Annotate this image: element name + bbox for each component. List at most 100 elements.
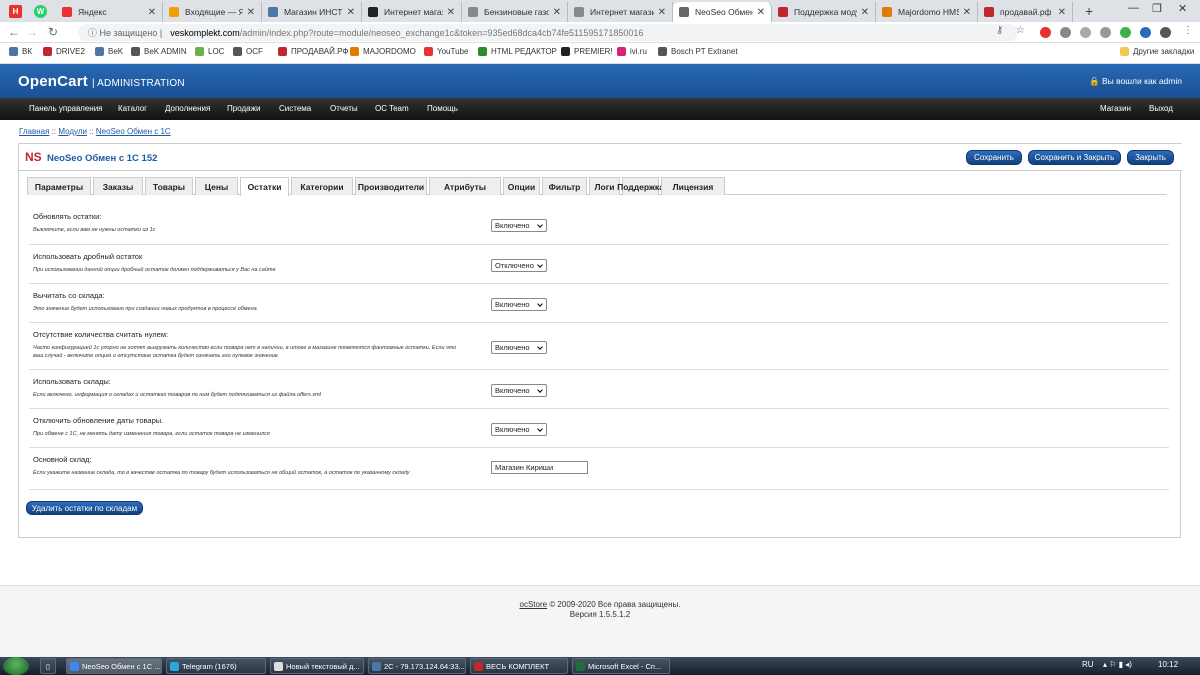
show-desktop-icon[interactable]: ▯ <box>40 658 56 674</box>
menu-item[interactable]: OC Team <box>375 104 409 113</box>
bookmark-item[interactable]: MAJORDOMO <box>350 47 416 56</box>
url-field[interactable]: ⓘ Не защищено | veskomplekt.com/admin/in… <box>78 24 1018 41</box>
close-tab-icon[interactable]: ✕ <box>447 7 455 18</box>
menu-item[interactable]: Система <box>279 104 311 113</box>
other-bookmarks[interactable]: Другие закладки <box>1120 47 1194 56</box>
main-warehouse-input[interactable]: Магазин Кириши <box>491 461 588 474</box>
bookmark-item[interactable]: PREMIER! <box>561 47 613 56</box>
menu-logout[interactable]: Выход <box>1149 104 1173 113</box>
browser-tab[interactable]: Яндекс ✕ <box>56 2 163 22</box>
bookmark-item[interactable]: YouTube <box>424 47 468 56</box>
bookmark-item[interactable]: DRIVE2 <box>43 47 85 56</box>
extension-icon[interactable] <box>1140 27 1151 38</box>
settings-tab[interactable]: Логи <box>589 177 620 195</box>
setting-select[interactable]: Включено <box>491 423 547 436</box>
close-window-icon[interactable]: ✕ <box>1178 2 1187 15</box>
save-button[interactable]: Сохранить <box>966 150 1022 165</box>
pinned-tab-h[interactable]: H <box>9 5 22 18</box>
menu-item[interactable]: Дополнения <box>165 104 210 113</box>
close-tab-icon[interactable]: ✕ <box>148 7 156 18</box>
new-tab-button[interactable]: + <box>1085 3 1093 19</box>
menu-item[interactable]: Помощь <box>427 104 458 113</box>
settings-tab[interactable]: Опции <box>503 177 540 195</box>
taskbar-item[interactable]: 2C - 79.173.124.64:33... <box>368 658 466 674</box>
setting-select[interactable]: Включено <box>491 298 547 311</box>
puzzle-icon[interactable] <box>1160 27 1171 38</box>
extension-icon[interactable] <box>1100 27 1111 38</box>
reload-icon[interactable]: ↻ <box>48 25 58 39</box>
clock[interactable]: 10:12 <box>1158 660 1178 669</box>
close-tab-icon[interactable]: ✕ <box>963 7 971 18</box>
menu-item[interactable]: Каталог <box>118 104 147 113</box>
save-close-button[interactable]: Сохранить и Закрыть <box>1028 150 1121 165</box>
menu-dots-icon[interactable]: ⋮ <box>1183 25 1193 36</box>
bookmark-item[interactable]: BeK ADMIN <box>131 47 187 56</box>
maximize-icon[interactable]: ❐ <box>1152 2 1162 15</box>
settings-tab[interactable]: Остатки <box>240 177 289 196</box>
settings-tab[interactable]: Заказы <box>93 177 143 195</box>
browser-tab[interactable]: Интернет магазин ✕ <box>362 2 462 22</box>
menu-store[interactable]: Магазин <box>1100 104 1131 113</box>
browser-tab[interactable]: NeoSeo Обмен с 1С ✕ <box>673 2 772 22</box>
browser-tab[interactable]: продавай.рф ✕ <box>978 2 1073 22</box>
settings-tab[interactable]: Производители <box>355 177 427 195</box>
taskbar-item[interactable]: ВЕСЬ КОМПЛЕКТ <box>470 658 568 674</box>
setting-select[interactable]: Включено <box>491 384 547 397</box>
taskbar-item[interactable]: NeoSeo Обмен с 1С ... <box>66 658 162 674</box>
ocstore-link[interactable]: ocStore <box>520 600 548 609</box>
bookmark-item[interactable]: ivi.ru <box>617 47 647 56</box>
menu-item[interactable]: Продажи <box>227 104 260 113</box>
bookmark-item[interactable]: OCF <box>233 47 263 56</box>
bookmark-item[interactable]: ВК <box>9 47 32 56</box>
extension-icon[interactable] <box>1080 27 1091 38</box>
key-icon[interactable]: ⚷ <box>996 25 1003 36</box>
close-button[interactable]: Закрыть <box>1127 150 1174 165</box>
settings-tab[interactable]: Лицензия <box>661 177 725 195</box>
close-tab-icon[interactable]: ✕ <box>247 7 255 18</box>
browser-tab[interactable]: Интернет магазин ✕ <box>568 2 673 22</box>
bookmark-item[interactable]: Bosch PT Extranet <box>658 47 738 56</box>
settings-tab[interactable]: Поддержка <box>617 177 664 195</box>
taskbar-item[interactable]: Microsoft Excel - Сп... <box>572 658 670 674</box>
star-icon[interactable]: ☆ <box>1016 25 1025 36</box>
browser-tab[interactable]: Поддержка моду ✕ <box>772 2 876 22</box>
minimize-icon[interactable]: — <box>1128 2 1139 14</box>
close-tab-icon[interactable]: ✕ <box>658 7 666 18</box>
settings-tab[interactable]: Параметры <box>27 177 91 195</box>
breadcrumb-home[interactable]: Главная <box>19 127 49 136</box>
bookmark-item[interactable]: BeK <box>95 47 123 56</box>
back-icon[interactable]: ← <box>8 25 20 39</box>
language-indicator[interactable]: RU <box>1082 660 1094 669</box>
browser-tab[interactable]: Магазин ИНСТРУМ ✕ <box>262 2 362 22</box>
start-button[interactable] <box>3 657 29 675</box>
shield-icon[interactable] <box>1120 27 1131 38</box>
bookmark-item[interactable]: HTML РЕДАКТОР <box>478 47 557 56</box>
browser-tab[interactable]: Бензиновые газон ✕ <box>462 2 568 22</box>
setting-select[interactable]: Включено <box>491 341 547 354</box>
taskbar-item[interactable]: Telegram (1676) <box>166 658 266 674</box>
setting-select[interactable]: Отключено <box>491 259 547 272</box>
settings-tab[interactable]: Атрибуты <box>429 177 501 195</box>
settings-tab[interactable]: Цены <box>195 177 238 195</box>
forward-icon[interactable]: → <box>26 25 38 39</box>
close-tab-icon[interactable]: ✕ <box>347 7 355 18</box>
breadcrumb-modules[interactable]: Модули <box>58 127 87 136</box>
tray-icons[interactable]: ▴ ⚐ ▮ ◂) <box>1103 660 1132 669</box>
opera-icon[interactable] <box>1040 27 1051 38</box>
menu-item[interactable]: Отчеты <box>330 104 358 113</box>
settings-tab[interactable]: Фильтр <box>542 177 587 195</box>
menu-item[interactable]: Панель управления <box>29 104 103 113</box>
close-tab-icon[interactable]: ✕ <box>1058 7 1066 18</box>
close-tab-icon[interactable]: ✕ <box>553 7 561 18</box>
taskbar-item[interactable]: Новый текстовый д... <box>270 658 364 674</box>
breadcrumb-current[interactable]: NeoSeo Обмен с 1С <box>96 127 171 136</box>
bookmark-item[interactable]: ПРОДАВАЙ.РФ <box>278 47 348 56</box>
extension-icon[interactable] <box>1060 27 1071 38</box>
bookmark-item[interactable]: LOC <box>195 47 224 56</box>
setting-select[interactable]: Включено <box>491 219 547 232</box>
delete-warehouse-stock-button[interactable]: Удалить остатки по складам <box>26 501 143 515</box>
pinned-tab-whatsapp[interactable]: W <box>34 5 47 18</box>
settings-tab[interactable]: Товары <box>145 177 193 195</box>
browser-tab[interactable]: Входящие — Янде ✕ <box>163 2 262 22</box>
close-tab-icon[interactable]: ✕ <box>861 7 869 18</box>
